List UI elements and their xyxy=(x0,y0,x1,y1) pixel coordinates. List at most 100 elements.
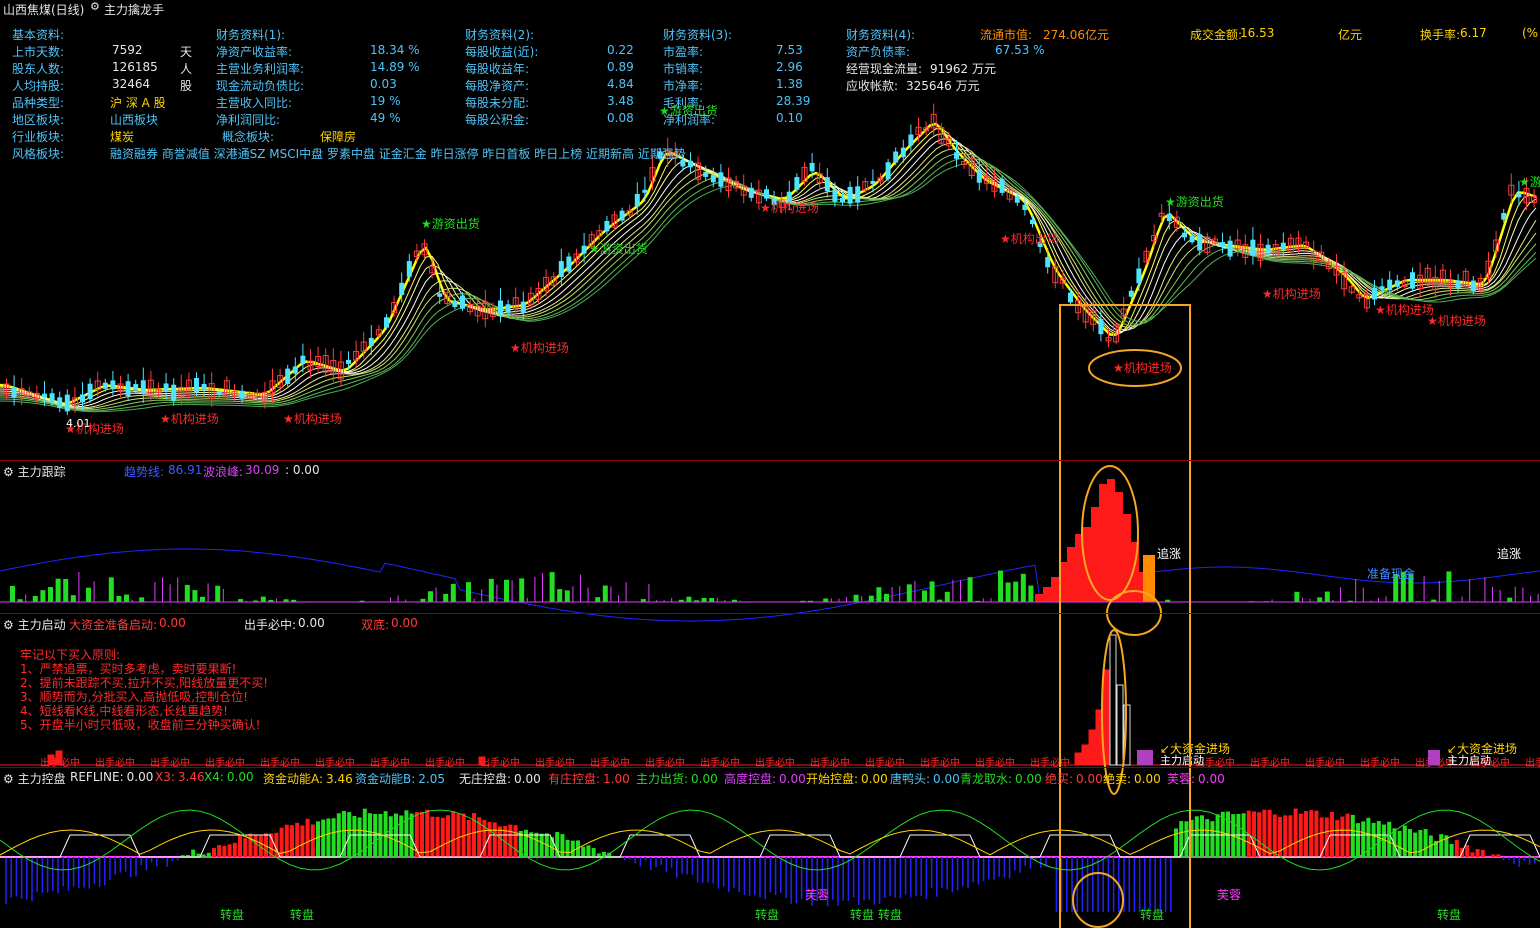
basic-info-value: 煤炭 xyxy=(110,130,135,144)
candle-body xyxy=(840,197,845,202)
panel-control-name[interactable]: 主力控盘 xyxy=(18,772,66,786)
candle-body xyxy=(300,355,306,364)
low-price-label: 4.01 xyxy=(66,417,91,430)
tracking-bar xyxy=(686,596,692,602)
tracking-bar xyxy=(124,594,129,602)
tracking-bar xyxy=(93,581,95,602)
basic-info-label: 行业板块: xyxy=(12,130,65,144)
tracking-bar xyxy=(846,597,847,602)
tracking-bar xyxy=(861,596,863,602)
gear-icon[interactable]: ⚙ xyxy=(3,618,14,632)
tracking-bar xyxy=(511,580,513,602)
panel-tracking-name[interactable]: 主力跟踪 xyxy=(18,465,66,479)
candle-body xyxy=(718,172,724,187)
fin-value: 14.89 % xyxy=(370,60,420,74)
control-bar xyxy=(1439,834,1444,857)
control-bar xyxy=(435,816,440,857)
candle-body xyxy=(1030,219,1035,225)
control-legend-value: 0.00 xyxy=(514,772,541,786)
fin-label: 每股收益(近): xyxy=(465,45,539,59)
main-start-label: 主力启动 xyxy=(1160,754,1204,767)
moving-average-line xyxy=(0,133,1537,407)
basic-info-value: 融资融券 商誉减值 深港通SZ MSCI中盘 罗素中盘 证金汇金 昨日涨停 昨日… xyxy=(110,147,686,161)
candle-body xyxy=(847,186,853,204)
hit-label: 出手必中: xyxy=(244,618,297,632)
tracking-bar xyxy=(990,598,992,602)
panel-divider[interactable] xyxy=(0,767,1540,768)
control-bar xyxy=(1340,816,1345,857)
tracking-bar xyxy=(48,587,53,602)
fin-label: 市销率: xyxy=(663,62,704,76)
candle-body xyxy=(688,160,693,168)
candle-body xyxy=(1394,280,1400,287)
rule-line: 3、顺势而为,分批买入,高抛低吸,控制仓位! xyxy=(20,690,248,704)
basic-info-value: 7592 xyxy=(112,43,143,57)
tracking-bar xyxy=(1317,597,1323,602)
fin-title: 财务资料(3): xyxy=(663,28,733,42)
fin-value: 7.53 xyxy=(776,43,803,57)
double-bottom-value: 0.00 xyxy=(391,616,418,630)
big-fund-value: 0.00 xyxy=(159,616,186,630)
control-bar xyxy=(404,810,409,857)
control-bar xyxy=(492,822,497,857)
tracking-bar xyxy=(222,588,224,602)
candle-body xyxy=(809,162,815,172)
fin-label: 市净率: xyxy=(663,79,704,93)
candle-body xyxy=(201,383,207,390)
tracking-bar xyxy=(200,596,205,602)
fin-value: 28.39 xyxy=(776,94,811,108)
tracking-bar xyxy=(443,593,449,602)
start-bar xyxy=(1081,744,1089,766)
control-legend-value: 0.00 xyxy=(933,772,960,786)
control-legend-label: 有庄控盘: xyxy=(548,772,601,786)
gear-icon[interactable]: ⚙ xyxy=(3,772,14,786)
trend-value: 86.91 xyxy=(168,463,203,477)
tracking-bar xyxy=(1028,585,1034,602)
turnover-rate-value: 6.17 xyxy=(1460,26,1487,40)
candle-body xyxy=(57,397,63,409)
tracking-tower-bar xyxy=(1035,594,1043,602)
basic-info-value: 沪 深 A 股 xyxy=(110,96,166,110)
fin-value: 49 % xyxy=(370,111,401,125)
candle-body xyxy=(885,162,891,180)
tracking-bar xyxy=(1469,579,1471,602)
control-legend-label: 芙蓉: xyxy=(1167,772,1196,786)
basic-info-label: 股东人数: xyxy=(12,62,65,76)
start-bar xyxy=(1074,752,1082,766)
panel-divider[interactable] xyxy=(0,460,1540,461)
basic-info-label: 风格板块: xyxy=(12,147,65,161)
control-bar xyxy=(596,853,601,857)
candle-body xyxy=(1280,242,1286,250)
start-bar xyxy=(47,754,55,766)
control-bar xyxy=(1283,815,1288,857)
candle-body xyxy=(346,359,351,364)
candle-body xyxy=(140,380,146,394)
tracking-bar xyxy=(139,597,145,602)
tracking-bar xyxy=(116,595,122,602)
tracking-bar xyxy=(853,594,859,602)
gear-icon[interactable]: ⚙ xyxy=(3,465,14,479)
control-legend-item: 主力出货: 0.00 xyxy=(636,770,718,787)
institution-signal: ★机构进场 xyxy=(1113,360,1172,375)
tracking-bar xyxy=(564,590,570,602)
fin-label: 净利润同比: xyxy=(216,113,281,127)
panel-divider[interactable] xyxy=(0,613,1540,614)
control-legend-item: REFLINE: 0.00 xyxy=(70,770,153,784)
tracking-bar xyxy=(701,597,707,602)
panel-start-name[interactable]: 主力启动 xyxy=(18,618,66,632)
fin-value: 325646 万元 xyxy=(906,79,980,93)
tracking-bar xyxy=(215,585,221,602)
control-bar xyxy=(534,832,539,857)
tracking-bar xyxy=(557,589,563,602)
panel-control-header: ⚙ 主力控盘 xyxy=(3,770,66,787)
tracking-bar xyxy=(488,578,494,602)
control-legend-item: 高度控盘: 0.00 xyxy=(724,770,806,787)
basic-info: 基本资料: xyxy=(12,26,64,43)
tracking-bar xyxy=(1362,587,1364,602)
tracking-bar xyxy=(823,598,829,602)
control-bar xyxy=(1252,811,1256,857)
tracking-bar xyxy=(169,584,171,602)
candle-body xyxy=(460,295,465,309)
control-legend-value: 0.00 xyxy=(691,772,718,786)
tracking-bar xyxy=(830,598,832,602)
